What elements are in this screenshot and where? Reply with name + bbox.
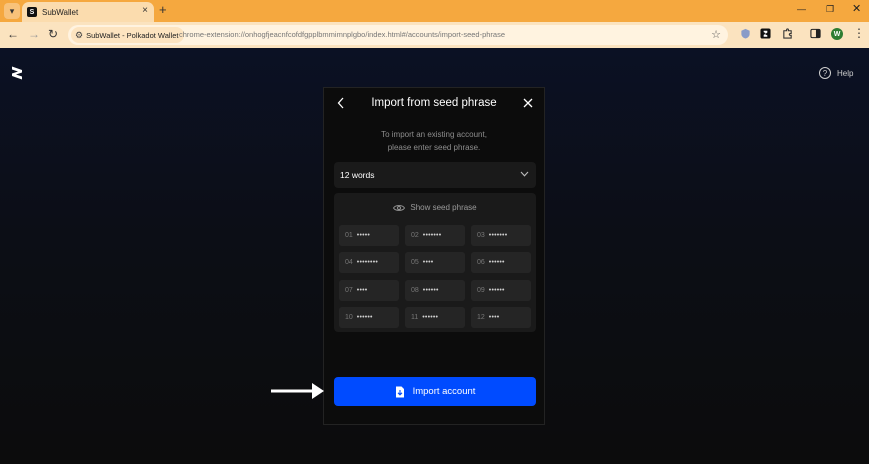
tab-close-icon[interactable]: × (142, 5, 148, 16)
help-circle-icon: ? (819, 67, 831, 79)
seed-word-input[interactable]: 10 •••••• (339, 307, 399, 328)
new-tab-button[interactable]: + (159, 3, 167, 17)
tab-title: SubWallet (42, 7, 79, 17)
profile-avatar[interactable]: W (831, 28, 843, 40)
reload-icon[interactable]: ↻ (48, 27, 58, 41)
address-bar[interactable]: ⚙ SubWallet - Polkadot Wallet chrome-ext… (68, 25, 728, 45)
forward-arrow-icon[interactable]: → (28, 27, 40, 41)
seed-word-masked: •••• (422, 259, 434, 266)
chevron-down-icon (520, 171, 529, 177)
close-icon[interactable] (523, 98, 533, 108)
import-account-button[interactable]: Import account (334, 377, 536, 406)
site-settings-icon: ⚙ (75, 29, 84, 40)
subwallet-favicon-icon: S (27, 7, 37, 17)
file-import-icon (395, 386, 404, 397)
seed-word-masked: •••••• (488, 287, 505, 294)
seed-word-masked: •••••• (422, 314, 439, 321)
seed-word-index: 04 (345, 259, 353, 266)
eye-icon (393, 204, 406, 211)
seed-word-masked: ••••• (356, 232, 371, 239)
seed-word-index: 05 (411, 259, 419, 266)
import-account-label: Import account (412, 386, 476, 397)
browser-tab-bar: ▾ S SubWallet × + — ❐ ✕ (0, 0, 869, 22)
seed-word-input[interactable]: 11 •••••• (405, 307, 465, 328)
word-count-value: 12 words (340, 170, 375, 180)
browser-menu-icon[interactable]: ⋮ (853, 26, 865, 40)
seed-word-masked: •••• (356, 287, 368, 294)
extension-page: ? Help Import from seed phrase To import… (0, 48, 869, 464)
seed-word-input[interactable]: 02 ••••••• (405, 225, 465, 246)
instructions-line-1: To import an existing account, (381, 130, 487, 139)
url-text: chrome-extension://onhogfjeacnfcofdfgppl… (179, 30, 506, 39)
help-label: Help (837, 68, 854, 78)
seed-word-masked: •••••• (356, 314, 373, 321)
browser-toolbar: ← → ↻ ⚙ SubWallet - Polkadot Wallet chro… (0, 22, 869, 48)
shield-extension-icon[interactable] (740, 28, 751, 39)
subwallet-logo-icon (12, 66, 22, 80)
seed-phrase-grid: Show seed phrase 01 ••••• 02 ••••••• 03 •••… (334, 193, 536, 332)
seed-word-index: 06 (477, 259, 485, 266)
tab-search-chevron-icon[interactable]: ▾ (4, 3, 20, 19)
seed-word-index: 10 (345, 314, 353, 321)
seed-word-index: 08 (411, 287, 419, 294)
minimize-icon[interactable]: — (797, 4, 806, 14)
seed-word-index: 03 (477, 232, 485, 239)
browser-tab[interactable]: S SubWallet × (22, 2, 154, 22)
seed-word-masked: •••• (488, 314, 500, 321)
seed-word-input[interactable]: 08 •••••• (405, 280, 465, 301)
side-panel-icon[interactable] (810, 28, 821, 39)
seed-word-input[interactable]: 12 •••• (471, 307, 531, 328)
subwallet-extension-icon[interactable] (760, 28, 771, 39)
seed-word-index: 12 (477, 314, 485, 321)
window-close-icon[interactable]: ✕ (852, 2, 861, 15)
seed-word-masked: ••••••• (488, 232, 508, 239)
seed-word-index: 07 (345, 287, 353, 294)
seed-word-input[interactable]: 09 •••••• (471, 280, 531, 301)
bookmark-star-icon[interactable]: ☆ (711, 28, 721, 41)
site-info-chip[interactable]: ⚙ SubWallet - Polkadot Wallet (71, 27, 185, 43)
seed-word-input[interactable]: 01 ••••• (339, 225, 399, 246)
seed-word-index: 11 (411, 314, 419, 321)
seed-word-index: 02 (411, 232, 419, 239)
import-seed-phrase-panel: Import from seed phrase To import an exi… (323, 87, 545, 425)
seed-word-masked: •••••••• (356, 259, 379, 266)
page-title: Import from seed phrase (371, 97, 497, 109)
seed-word-input[interactable]: 05 •••• (405, 252, 465, 273)
word-count-select[interactable]: 12 words (334, 162, 536, 188)
help-button[interactable]: ? Help (819, 67, 853, 79)
seed-word-masked: ••••••• (422, 232, 442, 239)
seed-word-input[interactable]: 04 •••••••• (339, 252, 399, 273)
pointer-arrow-icon (271, 383, 324, 399)
show-seed-phrase-toggle[interactable]: Show seed phrase (334, 203, 536, 212)
seed-word-input[interactable]: 06 •••••• (471, 252, 531, 273)
seed-word-index: 01 (345, 232, 353, 239)
instructions-text: To import an existing account, please en… (324, 128, 544, 154)
seed-word-input[interactable]: 03 ••••••• (471, 225, 531, 246)
seed-word-masked: •••••• (488, 259, 505, 266)
extensions-puzzle-icon[interactable] (782, 28, 793, 39)
seed-word-masked: •••••• (422, 287, 439, 294)
maximize-icon[interactable]: ❐ (826, 4, 834, 15)
seed-word-index: 09 (477, 287, 485, 294)
back-arrow-icon[interactable]: ← (7, 27, 19, 41)
seed-word-input[interactable]: 07 •••• (339, 280, 399, 301)
show-seed-phrase-label: Show seed phrase (410, 203, 477, 212)
site-name: SubWallet - Polkadot Wallet (86, 30, 179, 40)
instructions-line-2: please enter seed phrase. (387, 143, 481, 152)
